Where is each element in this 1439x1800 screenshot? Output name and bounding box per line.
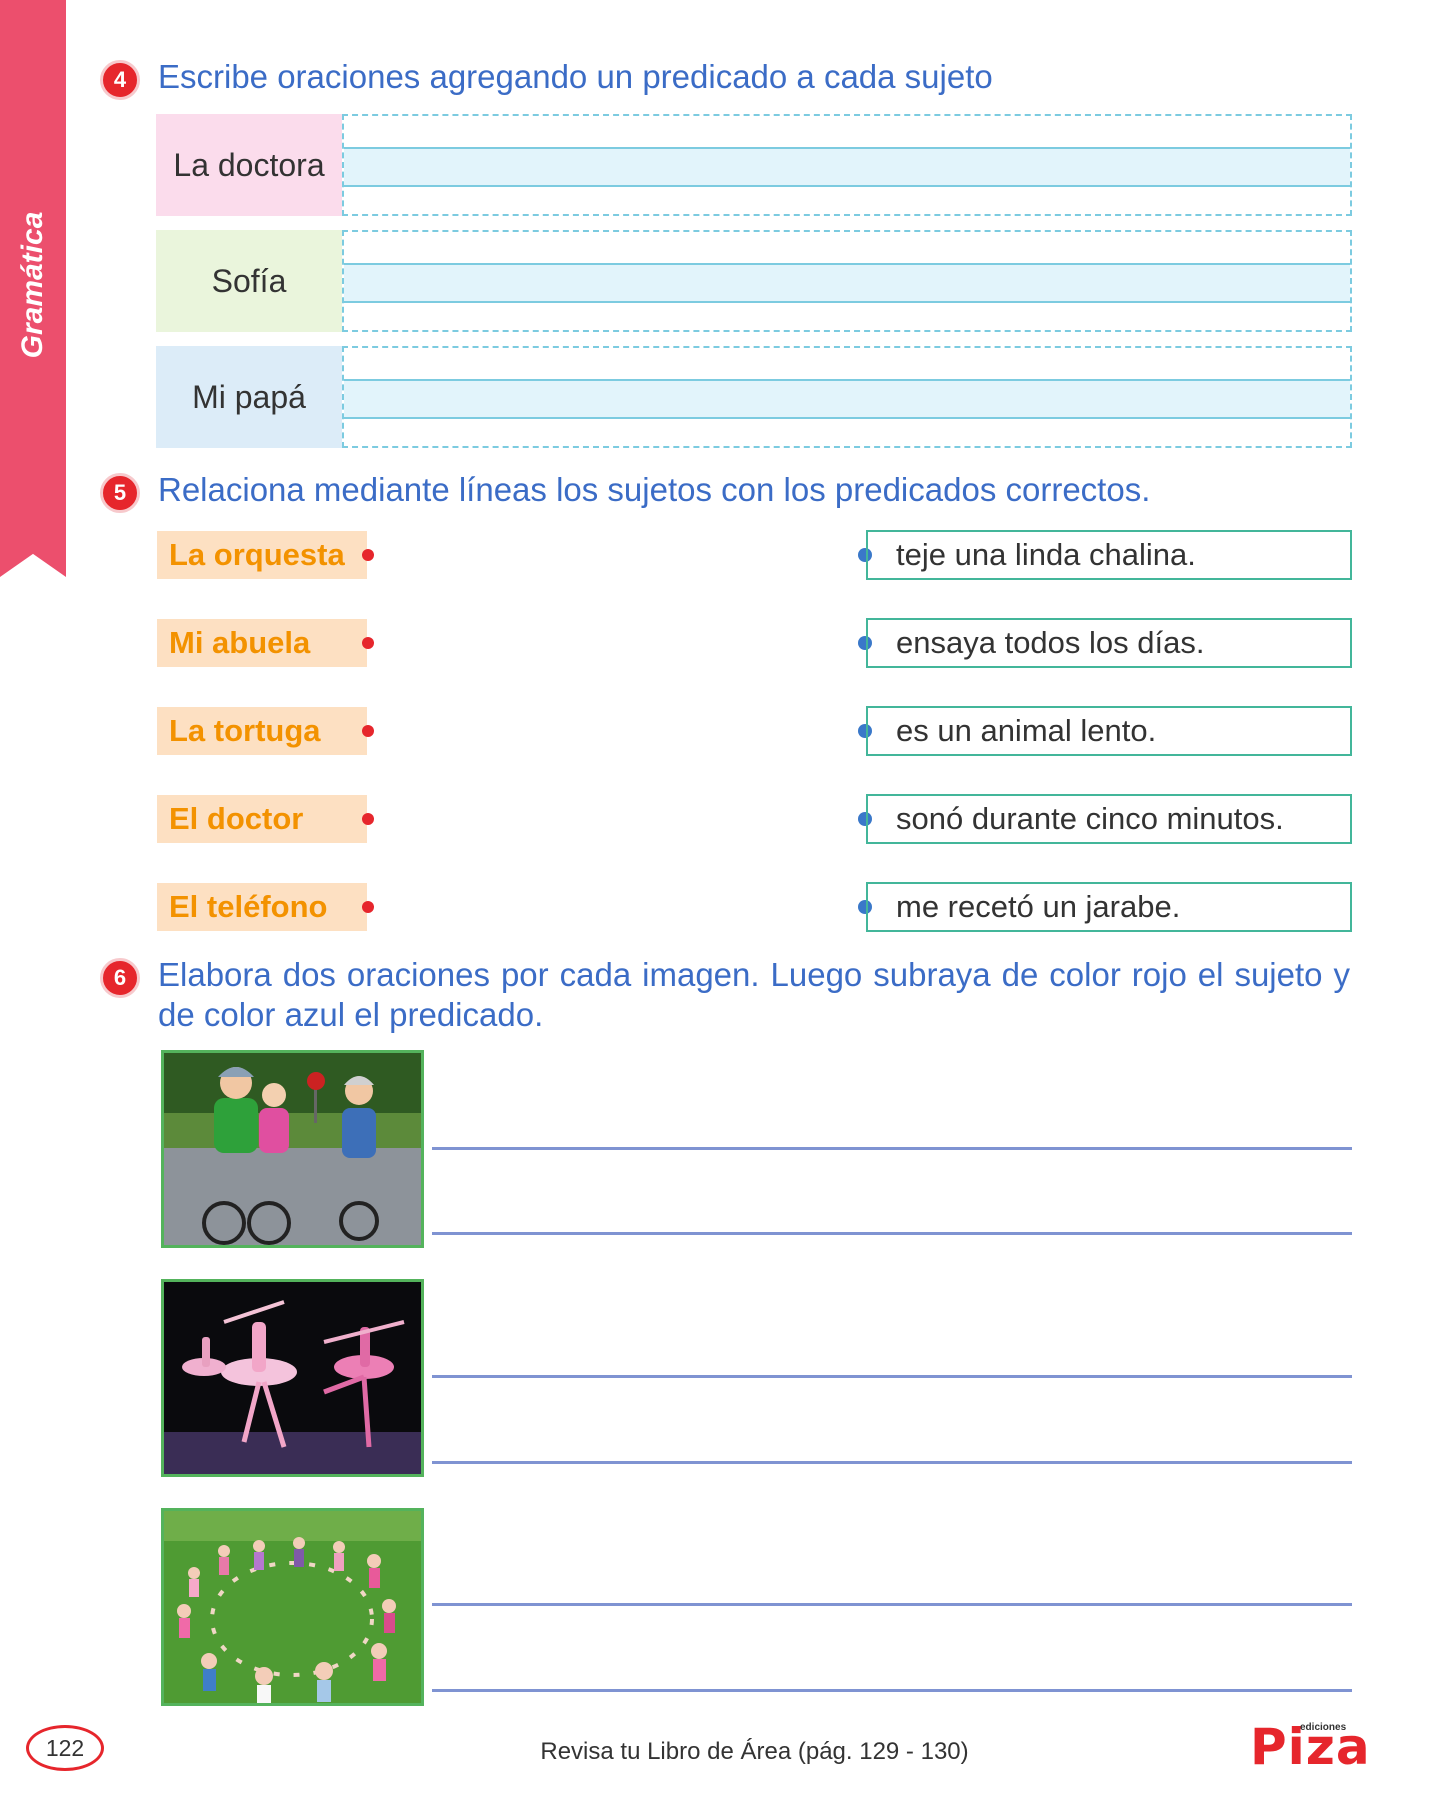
ballet-dancers-photo [161, 1279, 424, 1477]
predicate-box: me recetó un jarabe. [866, 882, 1352, 932]
subject-box: El doctor [157, 795, 367, 843]
children-biking-photo [161, 1050, 424, 1248]
sentence-row-1: La doctora [156, 114, 1352, 216]
sentence-row-3: Mi papá [156, 346, 1352, 448]
question-5-title: Relaciona mediante líneas los sujetos co… [158, 471, 1151, 508]
question-number-4: 4 [100, 60, 140, 100]
connector-dot[interactable] [362, 813, 374, 825]
children-circle-photo [161, 1508, 424, 1706]
connector-dot[interactable] [362, 901, 374, 913]
book-reference: Revisa tu Libro de Área (pág. 129 - 130) [540, 1738, 969, 1765]
writing-line[interactable] [432, 1375, 1352, 1378]
question-number-6: 6 [100, 958, 140, 998]
predicate-box: sonó durante cinco minutos. [866, 794, 1352, 844]
sentence-row-2: Sofía [156, 230, 1352, 332]
subject-box: La tortuga [157, 707, 367, 755]
subject-box: El teléfono [157, 883, 367, 931]
writing-line[interactable] [432, 1232, 1352, 1235]
publisher-logo: Piza [1250, 1718, 1371, 1776]
predicate-box: ensaya todos los días. [866, 618, 1352, 668]
question-6-title: Elabora dos oraciones por cada imagen. L… [158, 956, 1350, 1033]
subject-box: Mi abuela [157, 619, 367, 667]
predicate-box: es un animal lento. [866, 706, 1352, 756]
connector-dot[interactable] [362, 725, 374, 737]
writing-area[interactable] [342, 230, 1352, 332]
writing-area[interactable] [342, 114, 1352, 216]
predicate-box: teje una linda chalina. [866, 530, 1352, 580]
question-number-5: 5 [100, 473, 140, 513]
subject-label: Mi papá [156, 346, 342, 448]
writing-line[interactable] [432, 1147, 1352, 1150]
subject-box: La orquesta [157, 531, 367, 579]
writing-area[interactable] [342, 346, 1352, 448]
side-tab-label: Gramática [16, 211, 49, 359]
writing-line[interactable] [432, 1689, 1352, 1692]
connector-dot[interactable] [362, 549, 374, 561]
writing-line[interactable] [432, 1603, 1352, 1606]
subject-label: La doctora [156, 114, 342, 216]
connector-dot[interactable] [362, 637, 374, 649]
writing-line[interactable] [432, 1461, 1352, 1464]
subject-label: Sofía [156, 230, 342, 332]
question-4-title: Escribe oraciones agregando un predicado… [158, 58, 993, 95]
